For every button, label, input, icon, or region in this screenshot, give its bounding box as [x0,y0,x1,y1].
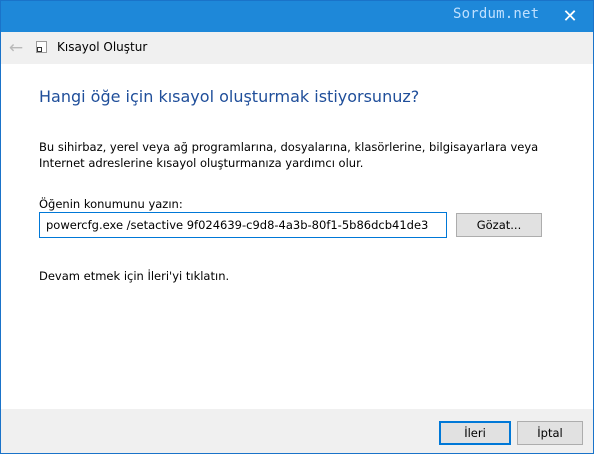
shortcut-icon [36,41,47,53]
wizard-footer: İleri İptal [1,409,593,453]
next-button[interactable]: İleri [439,421,511,445]
back-arrow-icon: ← [8,38,24,58]
watermark-text: Sordum.net [453,6,540,22]
close-button[interactable]: ✕ [547,1,593,32]
shortcut-wizard-window: Sordum.net ✕ ← Kısayol Oluştur Hangi öğe… [0,0,594,454]
back-button[interactable]: ← [3,36,29,60]
wizard-nav-bar: ← Kısayol Oluştur [1,32,593,64]
browse-button[interactable]: Gözat... [456,213,542,237]
continue-hint: Devam etmek için İleri'yi tıklatın. [39,269,230,283]
page-heading: Hangi öğe için kısayol oluşturmak istiyo… [39,87,420,106]
window-title: Kısayol Oluştur [57,40,148,54]
wizard-description: Bu sihirbaz, yerel veya ağ programlarına… [39,140,539,170]
location-label: Öğenin konumunu yazın: [39,197,183,211]
location-input[interactable] [39,212,447,238]
cancel-button[interactable]: İptal [517,421,583,445]
close-icon: ✕ [562,6,578,27]
